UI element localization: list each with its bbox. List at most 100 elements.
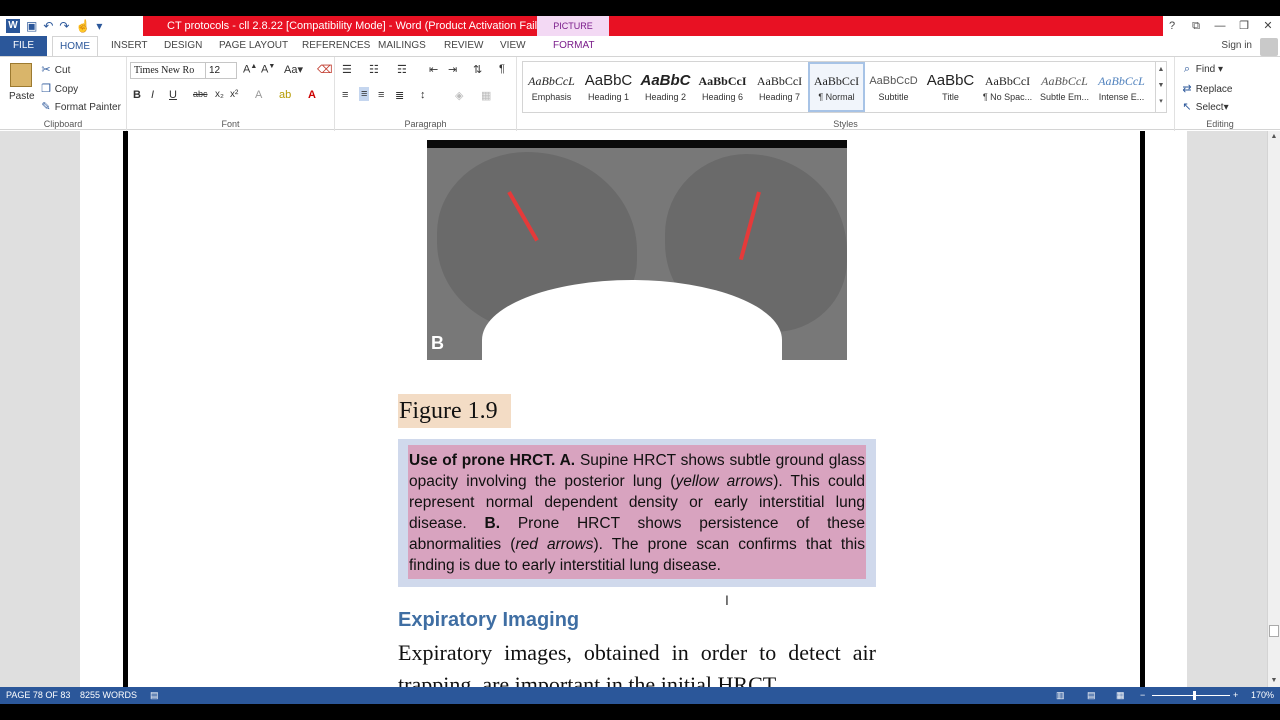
tab-view[interactable]: VIEW xyxy=(500,36,526,56)
scroll-thumb[interactable] xyxy=(1269,625,1279,637)
align-center-icon[interactable]: ≡ xyxy=(359,87,370,101)
sign-in-link[interactable]: Sign in xyxy=(1221,36,1252,56)
page-left-border xyxy=(123,131,128,687)
font-group-label: Font xyxy=(221,119,240,129)
avatar[interactable] xyxy=(1260,38,1278,56)
restore-button[interactable]: ❐ xyxy=(1232,16,1256,36)
subscript-icon[interactable]: x₂ xyxy=(215,89,224,100)
zoom-level[interactable]: 170% xyxy=(1251,687,1274,704)
bullets-icon[interactable]: ☰ xyxy=(342,63,352,76)
tab-review[interactable]: REVIEW xyxy=(444,36,483,56)
zoom-out-icon[interactable]: − xyxy=(1140,687,1145,704)
format-painter-label: Format Painter xyxy=(54,102,121,113)
select-button[interactable]: ↖ Select▾ xyxy=(1181,100,1228,113)
minimize-button[interactable]: — xyxy=(1208,16,1232,36)
tab-mailings[interactable]: MAILINGS xyxy=(378,36,426,56)
picture-tools-label: PICTURE TOOLS xyxy=(537,16,609,51)
font-color-icon[interactable]: A xyxy=(308,89,316,101)
tab-design[interactable]: DESIGN xyxy=(164,36,202,56)
increase-indent-icon[interactable]: ⇥ xyxy=(448,63,457,76)
ct-scan-image[interactable]: B xyxy=(427,140,847,360)
word-logo-icon[interactable]: W xyxy=(6,19,20,33)
tab-page-layout[interactable]: PAGE LAYOUT xyxy=(219,36,288,56)
caption-italic-1: yellow arrows xyxy=(675,473,774,490)
window-title: CT protocols - cll 2.8.22 [Compatibility… xyxy=(167,20,553,32)
select-label: Select xyxy=(1195,102,1224,113)
customize-qat-icon[interactable]: ▾ xyxy=(96,18,102,34)
document-page[interactable]: B Figure 1.9 Use of prone HRCT. A. Supin… xyxy=(80,131,1187,697)
font-family-box[interactable]: Times New Ro xyxy=(130,62,206,79)
status-bar: PAGE 78 OF 83 8255 WORDS ▤ ▥ ▤ ▦ − + 170… xyxy=(0,687,1280,704)
search-icon: ⌕ xyxy=(1183,63,1191,75)
paste-button[interactable]: Paste xyxy=(9,91,35,102)
scroll-up-icon[interactable]: ▲ xyxy=(1268,131,1280,143)
format-painter-button[interactable]: ✎ Format Painter xyxy=(40,100,121,113)
read-mode-icon[interactable]: ▥ xyxy=(1056,687,1065,704)
print-layout-icon[interactable]: ▤ xyxy=(1087,687,1096,704)
figure-caption[interactable]: Use of prone HRCT. A. Supine HRCT shows … xyxy=(398,439,876,587)
shrink-font-icon[interactable]: A▼ xyxy=(261,63,275,76)
touch-mode-icon[interactable]: ☝ xyxy=(75,18,90,34)
page-count[interactable]: PAGE 78 OF 83 xyxy=(6,687,70,704)
caption-text: Use of prone HRCT. A. Supine HRCT shows … xyxy=(409,450,865,576)
copy-button[interactable]: ❐ Copy xyxy=(40,82,78,95)
zoom-slider[interactable] xyxy=(1152,695,1230,696)
tab-format[interactable]: FORMAT xyxy=(553,36,594,56)
scroll-down-icon[interactable]: ▼ xyxy=(1268,675,1280,687)
paste-icon[interactable] xyxy=(10,63,32,87)
text-cursor-icon: I xyxy=(725,592,729,608)
multilevel-list-icon[interactable]: ☶ xyxy=(397,63,407,76)
font-size-box[interactable]: 12 xyxy=(205,62,237,79)
web-layout-icon[interactable]: ▦ xyxy=(1116,687,1125,704)
figure-label: Figure 1.9 xyxy=(398,394,511,428)
find-label: Find xyxy=(1195,64,1216,75)
strikethrough-icon[interactable]: abc xyxy=(193,89,208,99)
clipboard-group-label: Clipboard xyxy=(43,119,83,129)
proofing-icon[interactable]: ▤ xyxy=(150,687,159,704)
copy-icon: ❐ xyxy=(41,83,51,95)
grow-font-icon[interactable]: A▲ xyxy=(243,63,257,76)
page-right-border xyxy=(1140,131,1145,687)
ribbon-tabs: FILE HOME INSERT DESIGN PAGE LAYOUT REFE… xyxy=(0,36,1280,57)
zoom-in-icon[interactable]: + xyxy=(1233,687,1238,704)
line-spacing-icon[interactable]: ↕ xyxy=(420,89,426,101)
underline-icon[interactable]: U xyxy=(169,89,177,101)
highlight-icon[interactable]: ab xyxy=(279,89,291,101)
undo-icon[interactable]: ↶ xyxy=(43,18,53,34)
decrease-indent-icon[interactable]: ⇤ xyxy=(429,63,438,76)
tab-references[interactable]: REFERENCES xyxy=(302,36,370,56)
justify-icon[interactable]: ≣ xyxy=(395,89,404,102)
word-count[interactable]: 8255 WORDS xyxy=(80,687,137,704)
numbering-icon[interactable]: ☷ xyxy=(369,63,379,76)
change-case-icon[interactable]: Aa▾ xyxy=(284,63,303,76)
borders-icon[interactable]: ▦ xyxy=(481,89,491,102)
scissors-icon: ✂ xyxy=(41,64,51,76)
editing-group-label: Editing xyxy=(1206,119,1234,129)
shading-icon[interactable]: ◈ xyxy=(455,89,463,102)
zoom-slider-thumb[interactable] xyxy=(1193,691,1196,700)
align-right-icon[interactable]: ≡ xyxy=(378,89,384,101)
save-icon[interactable]: ▣ xyxy=(26,18,37,34)
tab-insert[interactable]: INSERT xyxy=(111,36,148,56)
redo-icon[interactable]: ↷ xyxy=(59,18,69,34)
cursor-icon: ↖ xyxy=(1182,101,1192,113)
replace-button[interactable]: ⇄ Replace xyxy=(1181,82,1232,95)
show-marks-icon[interactable]: ¶ xyxy=(499,63,505,75)
superscript-icon[interactable]: x² xyxy=(230,89,238,100)
bold-icon[interactable]: B xyxy=(133,89,141,101)
font-group: Times New Ro 12 A▲ A▼ Aa▾ ⌫ B I U abc x₂… xyxy=(127,57,335,131)
cut-button[interactable]: ✂ Cut xyxy=(40,63,70,76)
help-icon[interactable]: ? xyxy=(1160,16,1184,36)
align-left-icon[interactable]: ≡ xyxy=(342,89,348,101)
find-button[interactable]: ⌕ Find ▾ xyxy=(1181,63,1223,76)
ribbon-display-options-icon[interactable]: ⧉ xyxy=(1184,16,1208,36)
tab-home[interactable]: HOME xyxy=(52,36,98,57)
clear-formatting-icon[interactable]: ⌫ xyxy=(317,63,333,76)
text-effects-icon[interactable]: A xyxy=(255,89,262,101)
italic-icon[interactable]: I xyxy=(151,89,154,101)
sort-icon[interactable]: ⇅ xyxy=(473,63,482,76)
close-button[interactable]: ✕ xyxy=(1256,16,1280,36)
tab-file[interactable]: FILE xyxy=(0,36,47,56)
image-panel-letter: B xyxy=(431,333,444,353)
vertical-scrollbar[interactable]: ▲ ▼ xyxy=(1267,131,1280,687)
